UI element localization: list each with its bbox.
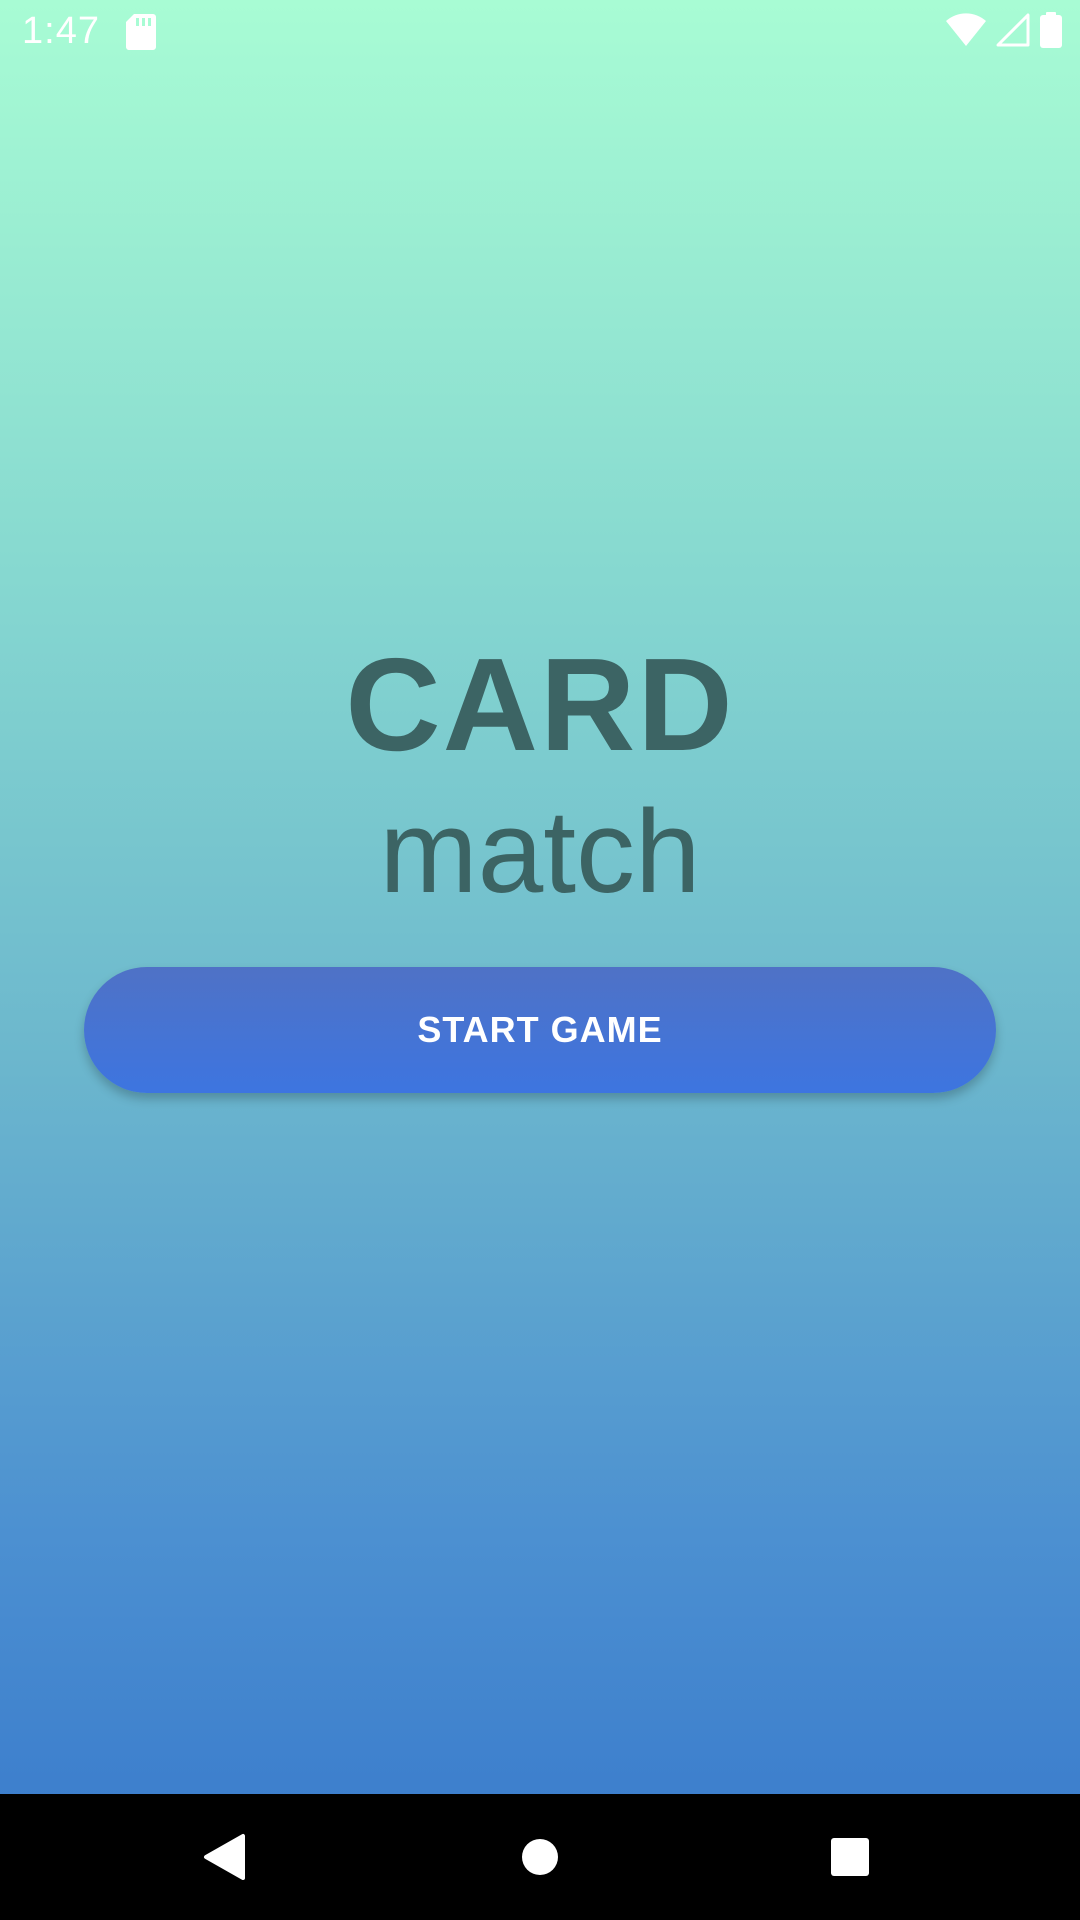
title-match-text: match: [379, 786, 701, 918]
battery-icon: [1040, 11, 1062, 53]
wifi-icon: [946, 12, 986, 52]
navigation-bar: [0, 1794, 1080, 1920]
cell-signal-icon: [996, 13, 1030, 52]
back-icon[interactable]: [195, 1827, 255, 1887]
start-game-label: START GAME: [417, 1009, 663, 1050]
status-bar: 1:47: [0, 0, 1080, 64]
status-time: 1:47: [22, 10, 100, 52]
start-game-button[interactable]: START GAME: [84, 967, 996, 1093]
sd-card-icon: [126, 14, 156, 50]
status-icons: [946, 11, 1062, 53]
screen: 1:47 CARD match START GAME: [0, 0, 1080, 1920]
home-icon[interactable]: [510, 1827, 570, 1887]
title-card-text: CARD: [345, 631, 735, 778]
app-title: CARD match: [0, 630, 1080, 922]
recents-icon[interactable]: [820, 1827, 880, 1887]
